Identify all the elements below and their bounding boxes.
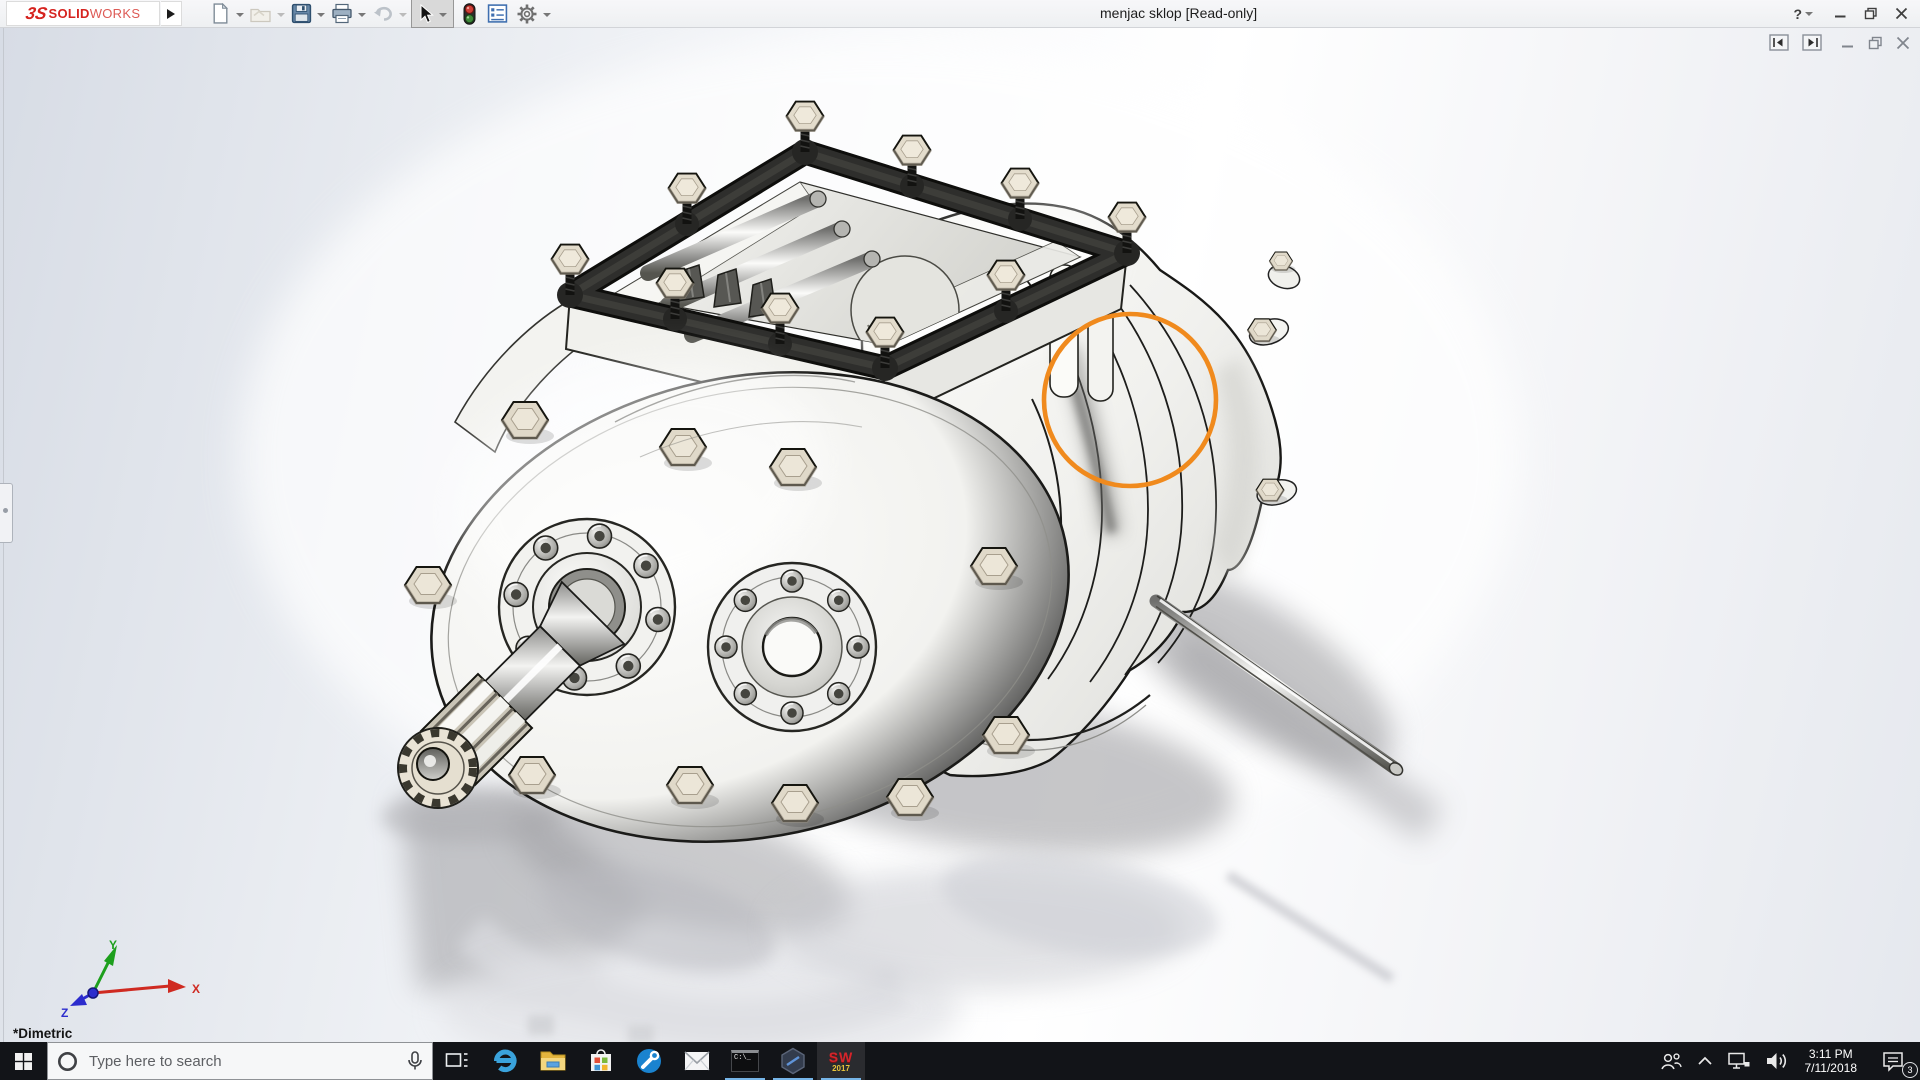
save-dropdown-caret[interactable] (317, 13, 325, 17)
dev-hub-icon (779, 1047, 807, 1075)
taskbar-app-edge[interactable] (481, 1042, 529, 1080)
windows-taskbar: C:\_ SW 2017 (0, 1042, 1920, 1080)
volume-button[interactable] (1758, 1042, 1796, 1080)
mail-icon (683, 1049, 711, 1073)
clock-date: 7/11/2018 (1805, 1061, 1858, 1075)
select-tool-button[interactable] (411, 0, 454, 28)
document-window-controls (1769, 34, 1910, 51)
brand-solid: SOLID (48, 6, 89, 21)
save-icon (291, 3, 312, 24)
quick-toolbar (208, 0, 555, 27)
help-dropdown-caret (1805, 12, 1813, 16)
ds-logo-icon: 3S (24, 5, 48, 22)
taskbar-app-support-tool[interactable] (625, 1042, 673, 1080)
open-icon (250, 3, 272, 24)
rebuild-button[interactable] (460, 1, 479, 26)
new-dropdown-caret[interactable] (236, 13, 244, 17)
view-orientation-label: *Dimetric (13, 1026, 72, 1041)
network-button[interactable] (1720, 1042, 1758, 1080)
expand-arrow-icon (167, 9, 175, 19)
taskbar-search[interactable] (47, 1042, 433, 1080)
undo-dropdown-caret[interactable] (399, 13, 407, 17)
titlebar: 3S SOLIDWORKS (0, 0, 1920, 28)
new-document-icon (210, 3, 231, 24)
taskbar-clock[interactable]: 3:11 PM 7/11/2018 (1796, 1042, 1867, 1080)
undo-icon (372, 3, 394, 24)
taskbar-app-command-prompt[interactable]: C:\_ (721, 1042, 769, 1080)
support-tool-icon (635, 1047, 663, 1075)
orientation-triad: Y X Z (61, 938, 200, 1020)
system-tray: 3:11 PM 7/11/2018 3 (1652, 1042, 1920, 1080)
task-view-icon (445, 1050, 469, 1072)
open-button[interactable] (248, 1, 274, 26)
close-button[interactable] (1895, 7, 1908, 20)
document-title: menjac sklop [Read-only] (1100, 5, 1257, 21)
doc-close-button[interactable] (1896, 36, 1910, 50)
print-icon (331, 3, 353, 24)
action-center-button[interactable]: 3 (1866, 1042, 1920, 1080)
clock-time: 3:11 PM (1809, 1047, 1853, 1061)
cortana-icon (57, 1051, 78, 1072)
taskbar-app-dev-hub[interactable] (769, 1042, 817, 1080)
hidden-icons-button[interactable] (1690, 1042, 1720, 1080)
help-button[interactable]: ? (1793, 6, 1817, 22)
file-explorer-icon (539, 1048, 567, 1074)
pane-handle-dot (3, 508, 8, 513)
model-canvas[interactable]: Y X Z (0, 27, 1920, 1042)
triad-x-label: X (192, 982, 200, 996)
people-button[interactable] (1652, 1042, 1690, 1080)
previous-pane-button[interactable] (1769, 34, 1789, 51)
start-button[interactable] (0, 1042, 47, 1080)
solidworks-logo: 3S SOLIDWORKS (6, 1, 160, 26)
triad-y-label: Y (109, 938, 117, 952)
people-icon (1659, 1050, 1683, 1072)
windows-logo-icon (15, 1053, 32, 1070)
settings-dropdown-caret[interactable] (543, 13, 551, 17)
feature-pane-handle[interactable] (0, 483, 13, 543)
print-dropdown-caret[interactable] (358, 13, 366, 17)
solidworks-2017-icon: SW 2017 (829, 1050, 854, 1073)
print-button[interactable] (329, 1, 355, 26)
open-dropdown-caret[interactable] (277, 13, 285, 17)
taskbar-app-file-explorer[interactable] (529, 1042, 577, 1080)
search-input[interactable] (87, 1052, 398, 1071)
new-document-button[interactable] (208, 1, 233, 26)
doc-minimize-button[interactable] (1841, 36, 1855, 50)
undo-button[interactable] (370, 1, 396, 26)
task-view-button[interactable] (433, 1042, 481, 1080)
property-list-button[interactable] (485, 1, 510, 26)
taskbar-app-solidworks[interactable]: SW 2017 (817, 1042, 865, 1080)
minimize-button[interactable] (1834, 7, 1847, 20)
graphics-viewport[interactable]: Y X Z *Dimetric (0, 27, 1920, 1042)
menu-expand-button[interactable] (161, 1, 182, 26)
spline-collar (398, 728, 478, 808)
stoplight-icon (462, 3, 477, 25)
lower-hub (708, 563, 876, 731)
select-dropdown-caret[interactable] (439, 13, 447, 17)
restore-button[interactable] (1864, 7, 1878, 20)
settings-button[interactable] (514, 1, 540, 26)
select-cursor-icon (414, 3, 434, 24)
notification-badge: 3 (1902, 1062, 1918, 1078)
gear-icon (516, 3, 538, 25)
speaker-icon (1765, 1051, 1789, 1071)
triad-z-label: Z (61, 1006, 68, 1020)
doc-restore-button[interactable] (1868, 36, 1883, 50)
property-list-icon (487, 3, 508, 24)
save-button[interactable] (289, 1, 314, 26)
network-icon (1727, 1051, 1751, 1071)
store-icon (588, 1048, 614, 1074)
edge-icon (491, 1047, 519, 1075)
chevron-up-icon (1697, 1055, 1713, 1067)
taskbar-app-store[interactable] (577, 1042, 625, 1080)
window-controls: ? (1793, 0, 1908, 27)
microphone-icon[interactable] (407, 1051, 423, 1071)
taskbar-app-mail[interactable] (673, 1042, 721, 1080)
brand-works: WORKS (90, 6, 141, 21)
next-pane-button[interactable] (1802, 34, 1822, 51)
command-prompt-icon: C:\_ (731, 1050, 759, 1072)
